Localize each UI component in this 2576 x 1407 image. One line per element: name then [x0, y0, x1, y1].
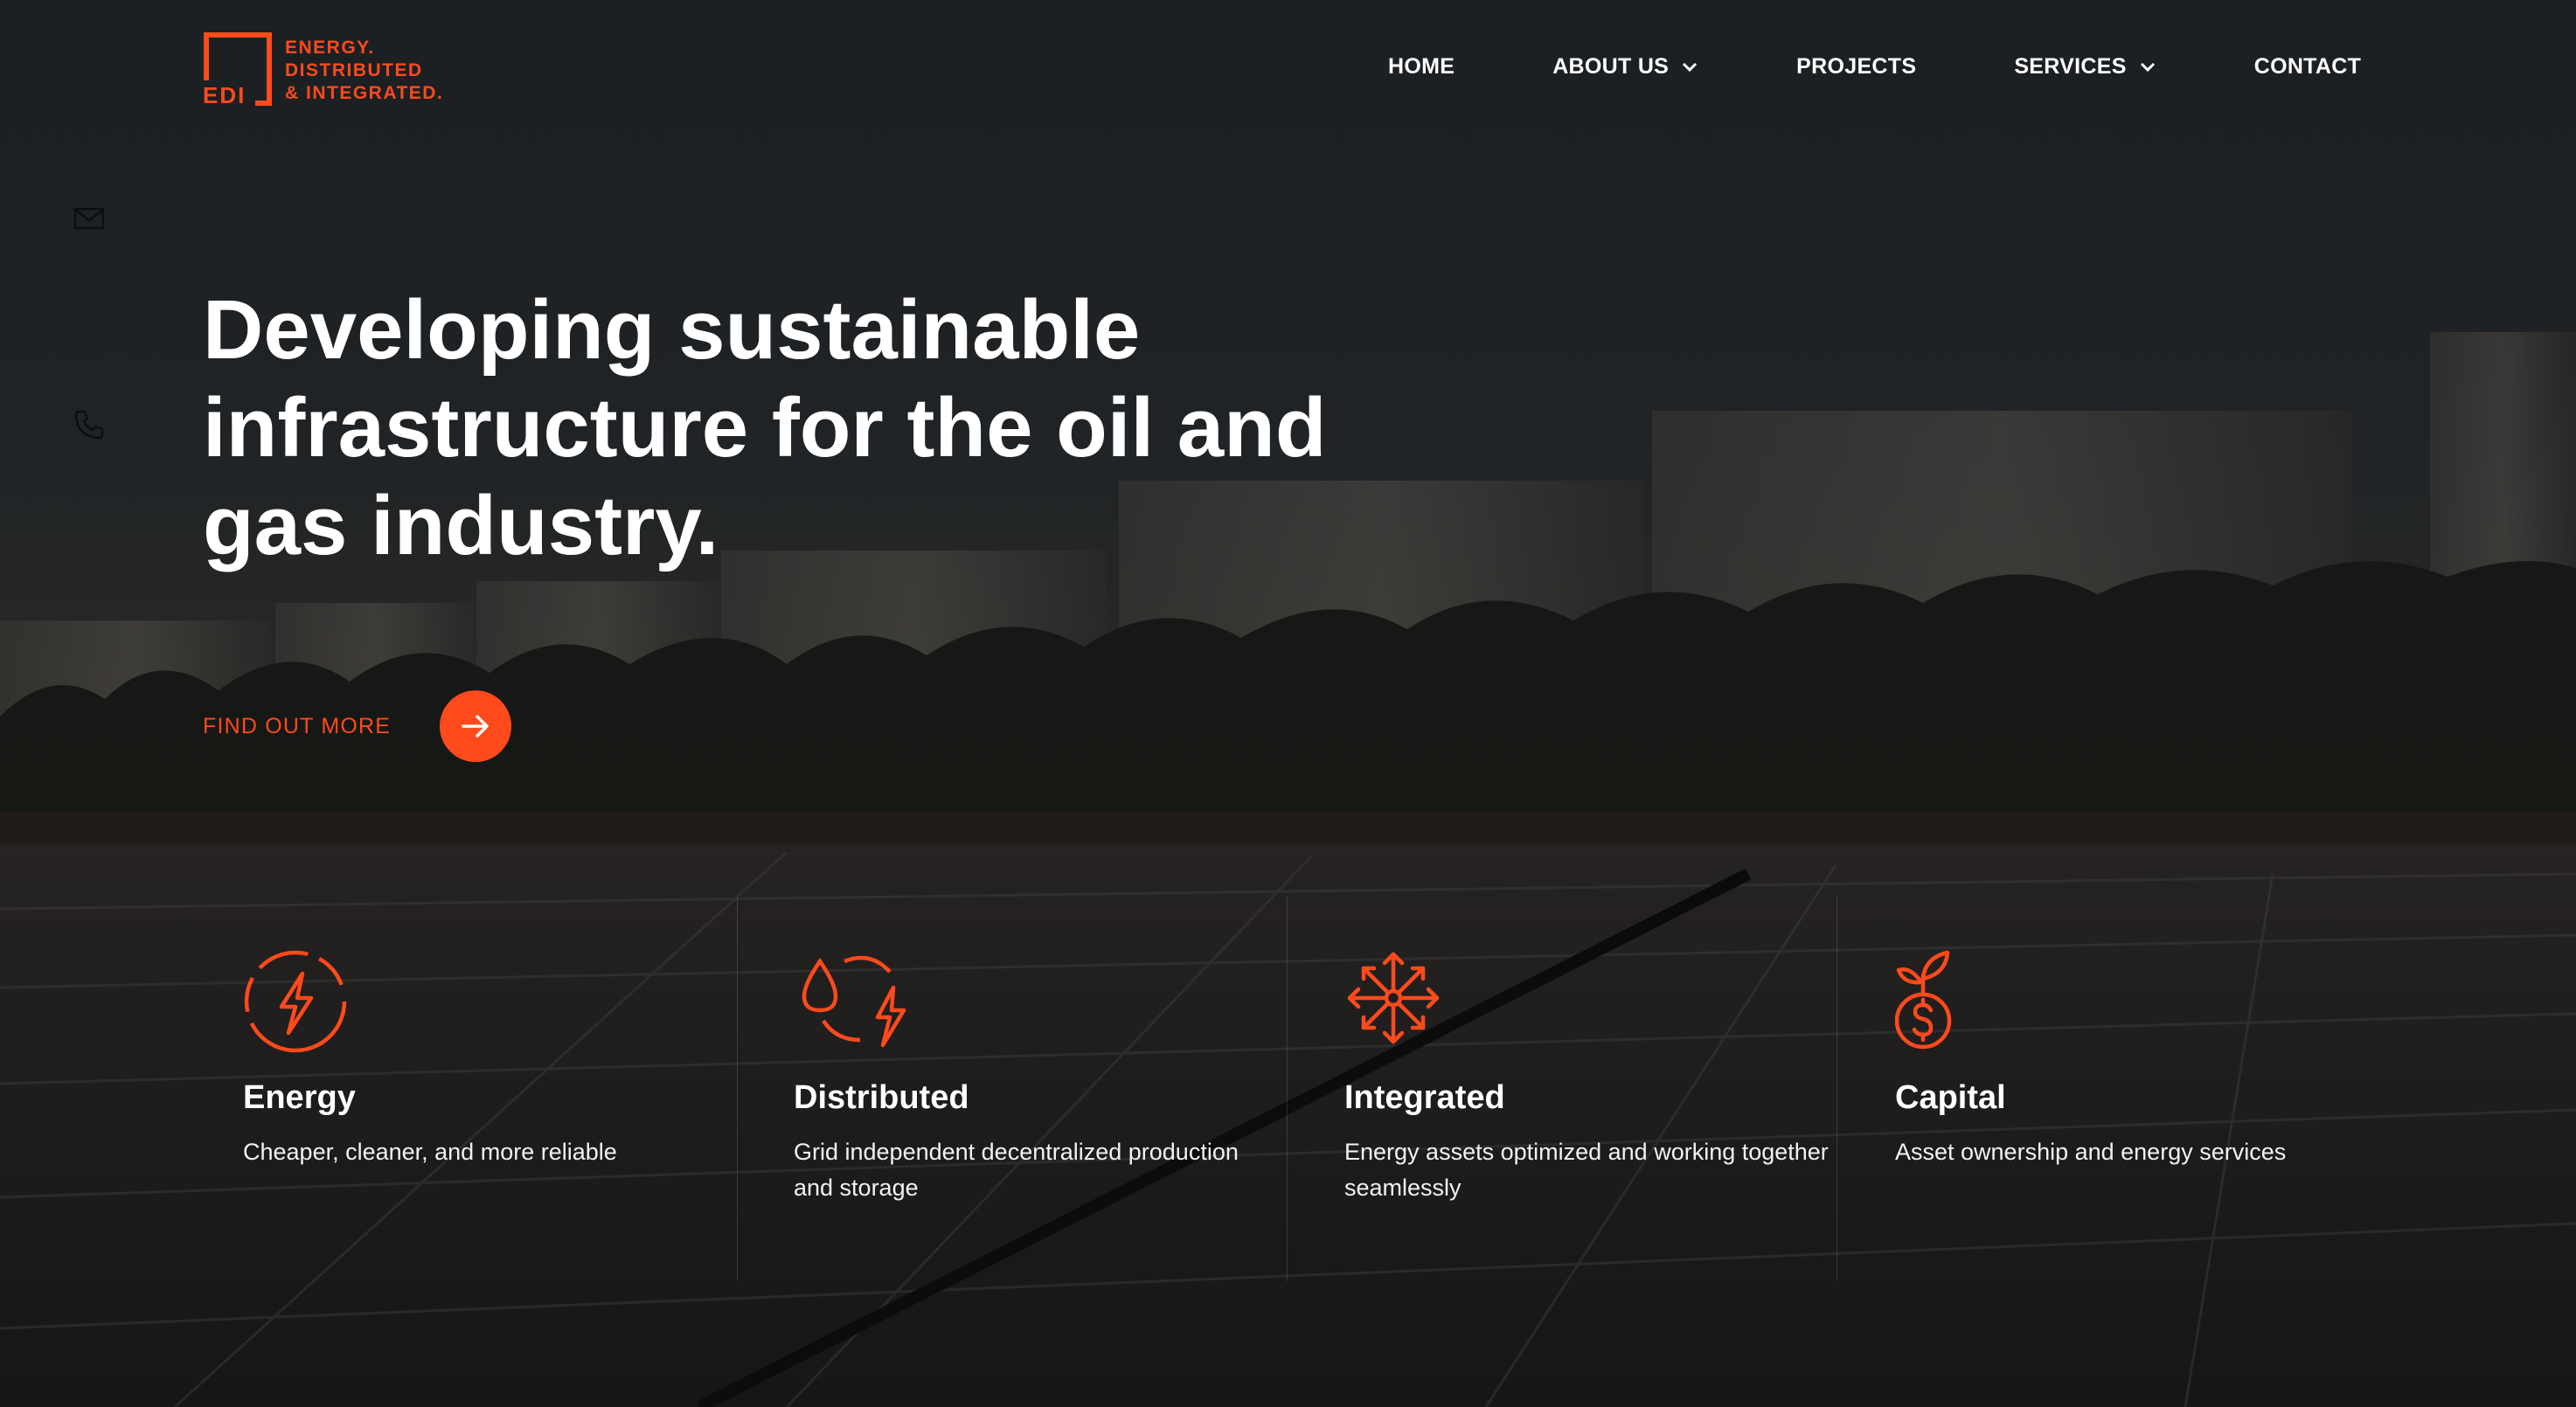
- nav-projects[interactable]: PROJECTS: [1796, 54, 1916, 80]
- feature-text: Cheaper, cleaner, and more reliable: [243, 1139, 617, 1165]
- nav-about-us-label: ABOUT US: [1552, 54, 1670, 79]
- feature-divider: [737, 897, 738, 1281]
- logo-mark: EDI: [203, 31, 273, 108]
- logo-wordmark: ENERGY. DISTRIBUTED & INTEGRATED.: [285, 37, 443, 105]
- cta-circle[interactable]: [440, 690, 512, 762]
- feature-text: Asset ownership and energy services: [1895, 1139, 2287, 1165]
- feature-divider: [1287, 897, 1288, 1281]
- nav-services-label: SERVICES: [2014, 54, 2127, 79]
- hero-title: Developing sustainable infrastructure fo…: [203, 283, 1327, 572]
- droplet-cycle-icon: [802, 955, 906, 1048]
- nav-services[interactable]: SERVICES: [2014, 54, 2156, 80]
- logo-abbr: EDI: [203, 82, 246, 108]
- feature-row: Energy Cheaper, cleaner, and more reliab…: [0, 897, 2576, 1281]
- logo-line-1: ENERGY.: [285, 38, 375, 58]
- feature-title: Energy: [243, 1079, 356, 1116]
- nav-contact[interactable]: CONTACT: [2254, 54, 2361, 80]
- nav-about-us[interactable]: ABOUT US: [1552, 54, 1698, 80]
- nav-home-label: HOME: [1388, 54, 1455, 79]
- brand-logo[interactable]: EDI ENERGY. DISTRIBUTED & INTEGRATED.: [203, 31, 443, 108]
- feature-capital: Capital Asset ownership and energy servi…: [1894, 949, 2385, 1170]
- nav-home[interactable]: HOME: [1388, 54, 1455, 80]
- nav-projects-label: PROJECTS: [1796, 54, 1917, 79]
- chevron-down-icon: [2140, 62, 2155, 72]
- logo-line-3: & INTEGRATED.: [285, 83, 444, 103]
- lightning-circle-icon: [244, 950, 347, 1053]
- find-out-more-button[interactable]: FIND OUT MORE: [203, 690, 512, 762]
- cta-label: FIND OUT MORE: [203, 713, 392, 738]
- chevron-down-icon: [1683, 62, 1698, 72]
- phone-icon[interactable]: [72, 407, 107, 442]
- feature-title: Capital: [1895, 1079, 2006, 1116]
- mail-icon[interactable]: [72, 201, 107, 236]
- feature-text: Energy assets optimized and working toge…: [1344, 1139, 1829, 1201]
- feature-distributed: Distributed Grid independent decentraliz…: [794, 949, 1283, 1206]
- feature-energy: Energy Cheaper, cleaner, and more reliab…: [243, 949, 733, 1170]
- feature-title: Distributed: [794, 1079, 969, 1116]
- nav-contact-label: CONTACT: [2253, 54, 2362, 79]
- feature-integrated: Integrated Energy assets optimized and w…: [1344, 949, 1834, 1206]
- feature-title: Integrated: [1344, 1079, 1505, 1116]
- arrow-right-icon: [462, 715, 489, 738]
- logo-line-2: DISTRIBUTED: [285, 60, 423, 80]
- network-arrows-icon: [1347, 952, 1440, 1044]
- feature-text: Grid independent decentralized productio…: [794, 1139, 1239, 1201]
- sprout-dollar-icon: [1894, 950, 1952, 1050]
- main-nav: HOME ABOUT US PROJECTS SERVICES CONTACT: [1388, 54, 2361, 80]
